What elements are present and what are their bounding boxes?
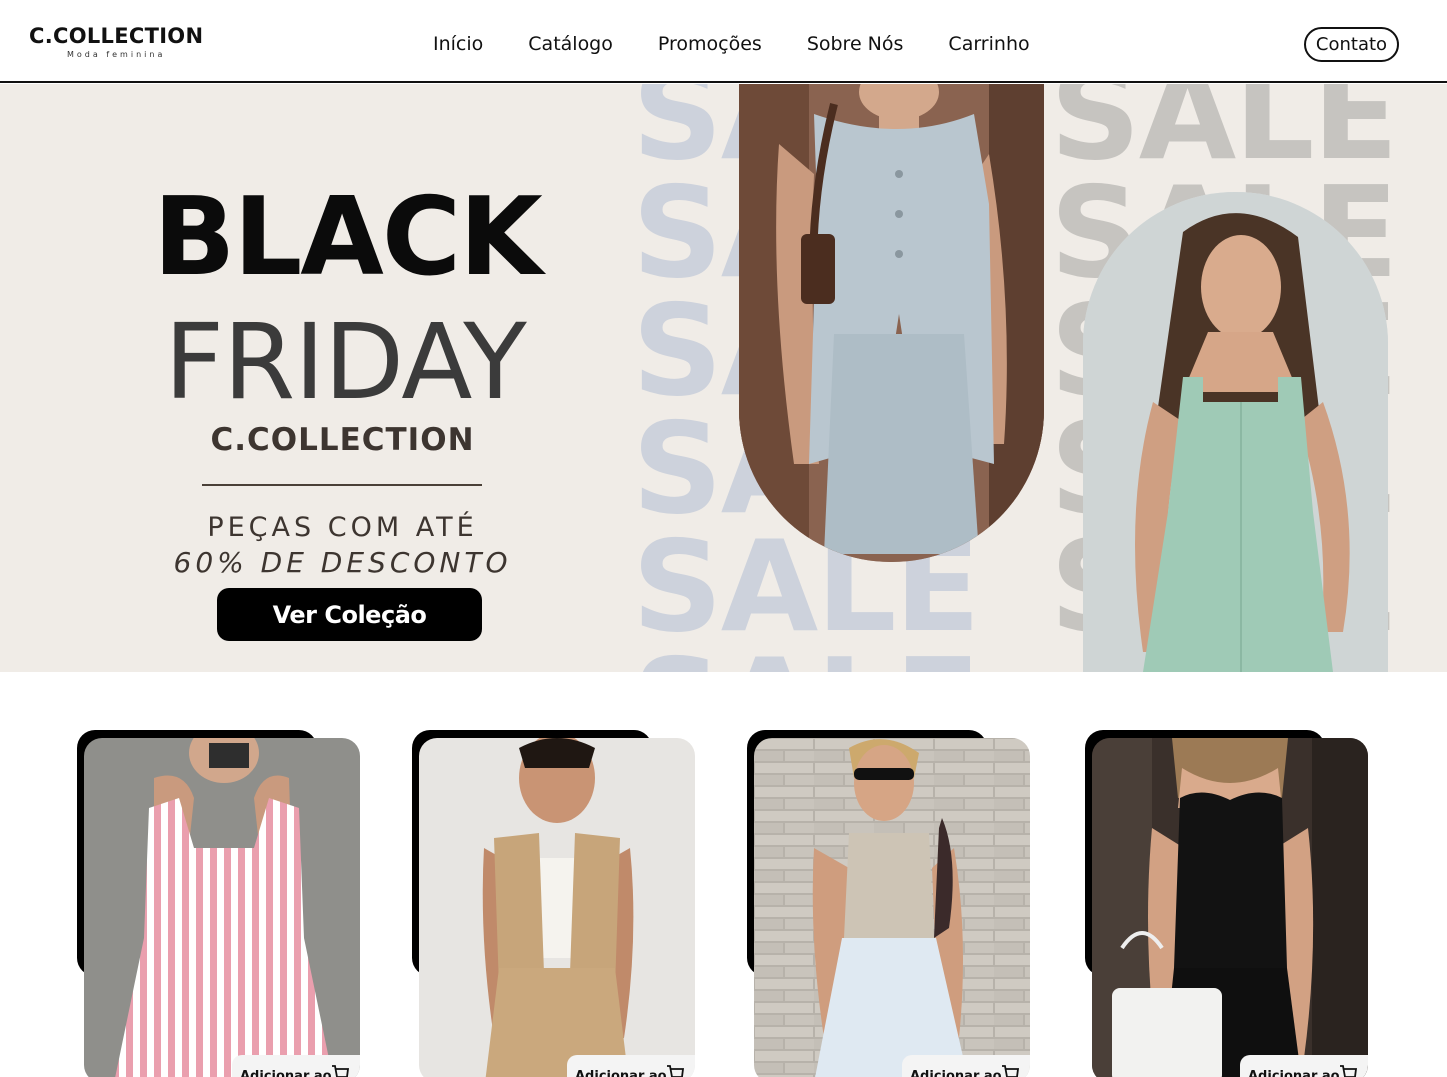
hero-model-photo-vest [739,84,1044,562]
nav-link-promocoes[interactable]: Promoções [658,32,762,56]
nav-link-sobre-nos[interactable]: Sobre Nós [807,32,904,56]
hero-model-photo-dress [1083,192,1388,672]
product-card[interactable]: Adicionar ao [1085,730,1375,1077]
site-header: C.COLLECTION Moda feminina Início Catálo… [0,0,1447,83]
product-card[interactable]: Adicionar ao [412,730,702,1077]
add-to-cart-button[interactable]: Adicionar ao [902,1055,1030,1077]
product-card[interactable]: Adicionar ao [747,730,1037,1077]
nav-link-carrinho[interactable]: Carrinho [948,32,1029,56]
hero-banner: SALE SALE SALE SALE SALE SALE SALE SALE … [0,84,1447,672]
add-to-cart-label: Adicionar ao [1248,1069,1340,1077]
cart-icon [1340,1065,1358,1077]
add-to-cart-label: Adicionar ao [240,1069,332,1077]
contact-button[interactable]: Contato [1304,27,1399,62]
hero-brand: C.COLLECTION [210,422,475,458]
cart-icon [332,1065,350,1077]
hero-promo-line2: 60% DE DESCONTO [173,546,512,579]
add-to-cart-button[interactable]: Adicionar ao [232,1055,360,1077]
logo-name: C.COLLECTION [29,24,204,48]
add-to-cart-label: Adicionar ao [910,1069,1002,1077]
hero-text-block: BLACK FRIDAY C.COLLECTION PEÇAS COM ATÉ … [100,84,590,672]
add-to-cart-label: Adicionar ao [575,1069,667,1077]
cart-icon [667,1065,685,1077]
product-image[interactable]: Adicionar ao [84,738,360,1077]
add-to-cart-button[interactable]: Adicionar ao [567,1055,695,1077]
hero-promo-line1: PEÇAS COM ATÉ [207,512,478,543]
nav-link-inicio[interactable]: Início [433,32,483,56]
nav-link-catalogo[interactable]: Catálogo [528,32,613,56]
hero-title-friday: FRIDAY [164,301,527,423]
main-nav: Início Catálogo Promoções Sobre Nós Carr… [433,32,1075,56]
view-collection-button[interactable]: Ver Coleção [217,588,482,641]
add-to-cart-button[interactable]: Adicionar ao [1240,1055,1368,1077]
hero-title-black: BLACK [153,175,543,300]
sale-word: SALE [632,642,981,673]
product-image[interactable]: Adicionar ao [754,738,1030,1077]
logo-tagline: Moda feminina [67,50,166,59]
cart-icon [1002,1065,1020,1077]
product-image[interactable]: Adicionar ao [1092,738,1368,1077]
product-card[interactable]: Adicionar ao [77,730,367,1077]
product-image[interactable]: Adicionar ao [419,738,695,1077]
brand-logo[interactable]: C.COLLECTION Moda feminina [29,24,204,60]
hero-divider [202,484,482,486]
